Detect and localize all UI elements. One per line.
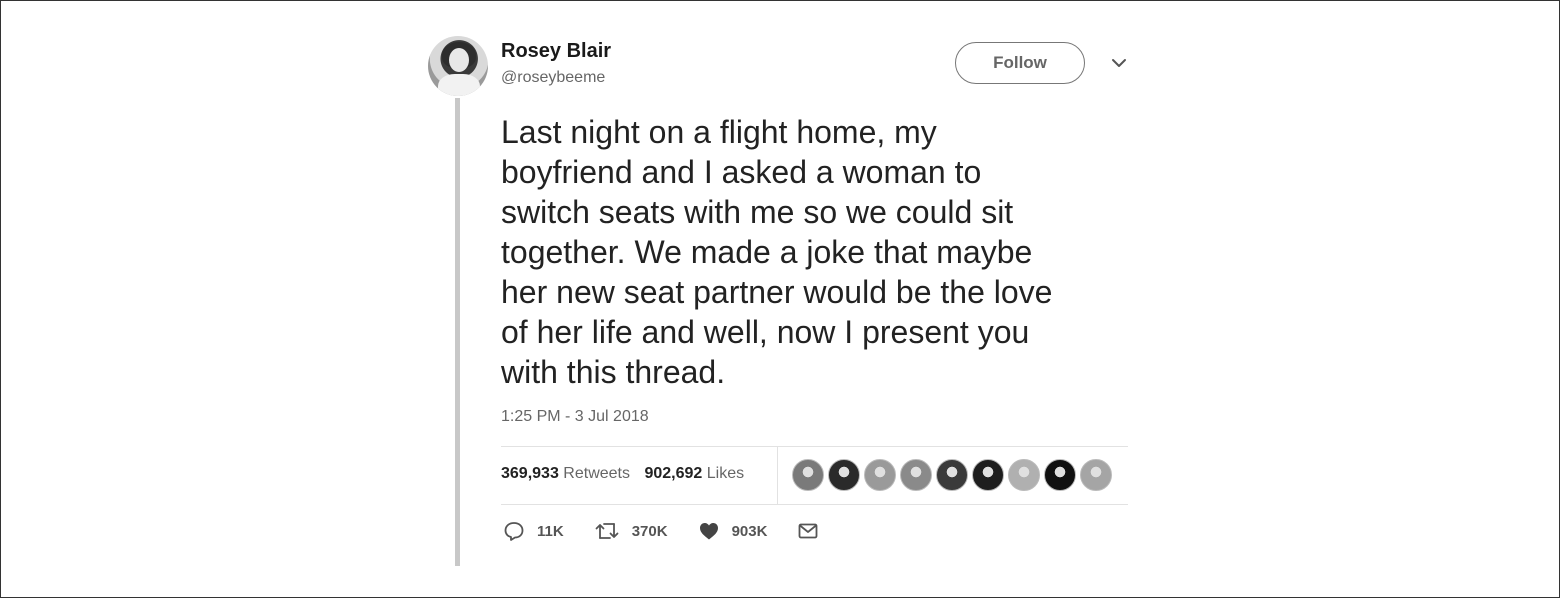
envelope-icon	[799, 523, 818, 539]
retweet-button[interactable]: 370K	[594, 520, 668, 542]
stats-vertical-divider	[777, 447, 778, 504]
retweets-label: Retweets	[563, 465, 630, 482]
liker-avatar[interactable]	[1008, 459, 1040, 491]
tweet-text: Last night on a flight home, my boyfrien…	[501, 114, 1053, 390]
reply-count: 11K	[537, 522, 564, 540]
display-name[interactable]: Rosey Blair	[501, 40, 611, 63]
liker-avatar[interactable]	[1080, 459, 1112, 491]
retweet-count: 370K	[631, 522, 668, 540]
likes-count: 902,692	[644, 465, 703, 482]
reply-button[interactable]: 11K	[503, 520, 564, 542]
retweets-count: 369,933	[501, 465, 559, 482]
liker-avatar[interactable]	[792, 459, 824, 491]
like-count: 903K	[731, 522, 768, 540]
liker-avatar[interactable]	[828, 459, 860, 491]
likes-label: Likes	[706, 465, 745, 482]
engagement-stats: 369,933 Retweets 902,692 Likes	[501, 465, 744, 483]
avatar[interactable]	[428, 36, 488, 96]
retweet-icon	[595, 523, 619, 539]
liker-avatar[interactable]	[1044, 459, 1076, 491]
direct-message-button[interactable]	[797, 520, 831, 542]
tweet-timestamp[interactable]: 1:25 PM - 3 Jul 2018	[501, 408, 649, 426]
liker-avatar[interactable]	[972, 459, 1004, 491]
tweet-actions: 11K 370K 903K	[503, 520, 861, 542]
liker-avatars	[792, 459, 1112, 491]
follow-button[interactable]: Follow	[955, 42, 1085, 84]
liker-avatar[interactable]	[864, 459, 896, 491]
heart-icon	[699, 523, 718, 540]
liker-avatar[interactable]	[900, 459, 932, 491]
reply-icon	[504, 522, 524, 541]
chevron-down-icon[interactable]	[1110, 56, 1128, 70]
likes-stat[interactable]: 902,692 Likes	[644, 465, 744, 482]
stats-top-divider	[501, 446, 1128, 447]
retweets-stat[interactable]: 369,933 Retweets	[501, 465, 630, 482]
stats-bottom-divider	[501, 504, 1128, 505]
like-button[interactable]: 903K	[698, 520, 768, 542]
liker-avatar[interactable]	[936, 459, 968, 491]
user-handle[interactable]: @roseybeeme	[501, 69, 605, 87]
thread-line	[455, 98, 460, 566]
